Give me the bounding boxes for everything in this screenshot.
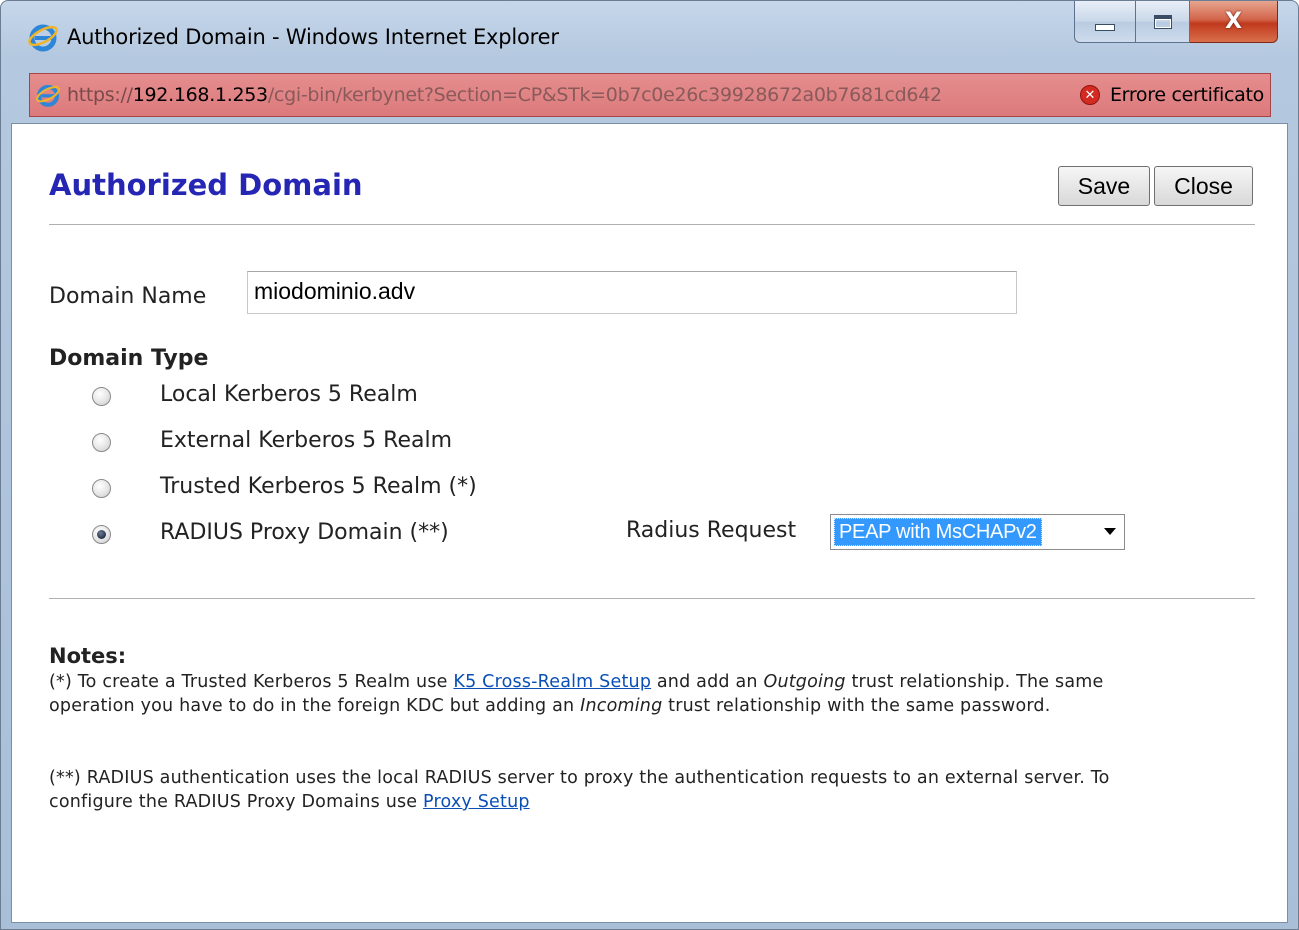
close-window-button[interactable]: X [1190,1,1278,43]
radio-label: RADIUS Proxy Domain (**) [160,520,449,545]
domain-type-label: Domain Type [49,346,209,371]
dropdown-arrow-icon[interactable] [1104,528,1116,535]
url-path: /cgi-bin/kerbynet?Section=CP&STk=0b7c0e2… [267,84,942,106]
radio-option-local-kerberos[interactable]: Local Kerberos 5 Realm [92,382,792,412]
radius-request-select[interactable]: PEAP with MsCHAPv2 [830,514,1125,550]
page-icon [35,84,61,107]
certificate-error-label: Errore certificato [1109,84,1264,106]
radio-button[interactable] [92,433,111,452]
domain-name-input[interactable]: miodominio.adv [247,271,1017,314]
window-title: Authorized Domain - Windows Internet Exp… [67,25,559,49]
divider [49,224,1255,225]
radio-option-trusted-kerberos[interactable]: Trusted Kerberos 5 Realm (*) [92,474,792,504]
address-bar[interactable]: https://192.168.1.253/cgi-bin/kerbynet?S… [29,73,1271,117]
close-button[interactable]: Close [1154,166,1253,206]
error-icon: ✕ [1079,85,1100,105]
url-protocol: https:// [67,84,133,106]
radio-button[interactable] [92,479,111,498]
minimize-button[interactable] [1074,1,1136,43]
maximize-button[interactable] [1136,1,1190,43]
note-trusted-realm: (*) To create a Trusted Kerberos 5 Realm… [49,672,1104,716]
divider [49,598,1255,599]
radius-request-label: Radius Request [626,518,797,543]
radio-button-selected[interactable] [92,525,111,544]
minimize-icon [1095,24,1115,31]
radio-label: Trusted Kerberos 5 Realm (*) [160,474,477,499]
radio-option-external-kerberos[interactable]: External Kerberos 5 Realm [92,428,792,458]
title-bar[interactable]: Authorized Domain - Windows Internet Exp… [1,1,1298,75]
browser-window: Authorized Domain - Windows Internet Exp… [0,0,1299,930]
radius-request-value: PEAP with MsCHAPv2 [834,518,1042,546]
maximize-icon [1153,14,1172,29]
page-title: Authorized Domain [49,168,363,202]
close-icon: X [1225,8,1242,34]
url-host: 192.168.1.253 [132,84,268,106]
proxy-setup-link[interactable]: Proxy Setup [423,792,530,812]
radio-button[interactable] [92,387,111,406]
window-controls: X [1074,1,1278,43]
save-button[interactable]: Save [1058,166,1150,206]
notes-title: Notes: [49,644,127,668]
domain-name-label: Domain Name [49,284,207,309]
note-radius-proxy: (**) RADIUS authentication uses the loca… [49,768,1110,812]
page-content: Authorized Domain Save Close Domain Name… [11,123,1288,923]
radio-label: Local Kerberos 5 Realm [160,382,418,407]
k5-cross-realm-setup-link[interactable]: K5 Cross-Realm Setup [453,672,651,692]
internet-explorer-icon [28,24,58,52]
address-url[interactable]: https://192.168.1.253/cgi-bin/kerbynet?S… [67,84,942,106]
radio-label: External Kerberos 5 Realm [160,428,453,453]
certificate-error[interactable]: ✕ Errore certificato [1079,74,1264,116]
